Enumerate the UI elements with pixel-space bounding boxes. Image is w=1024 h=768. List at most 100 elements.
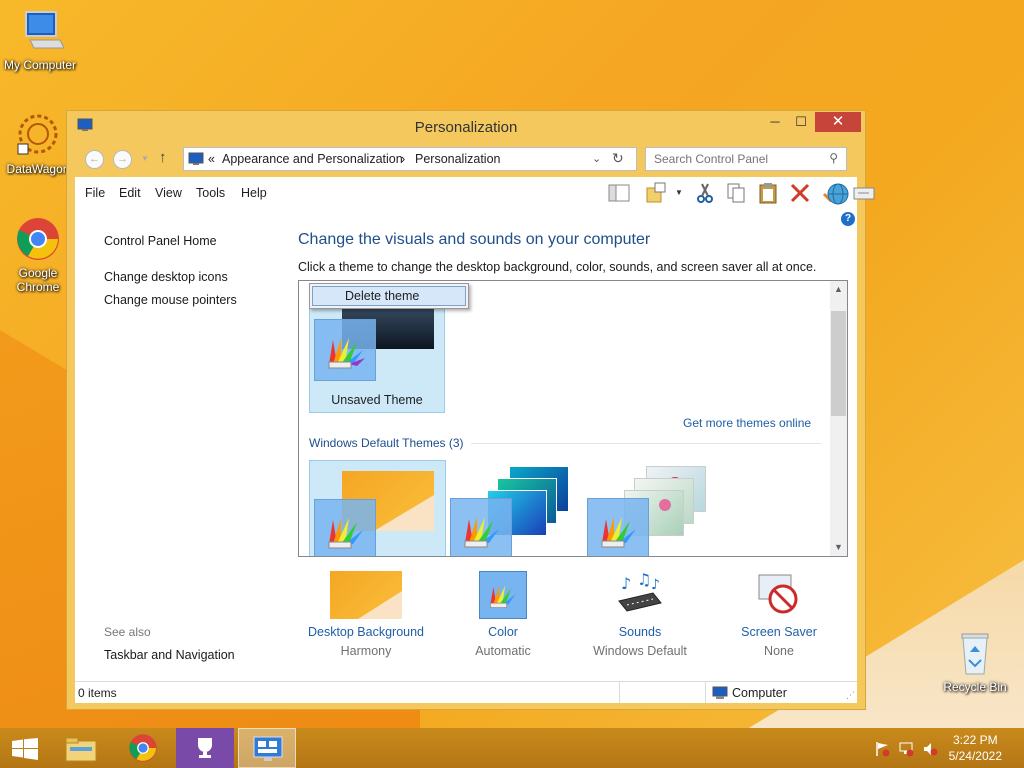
sidebar-link-control-panel-home[interactable]: Control Panel Home <box>104 234 217 248</box>
desktop-background-item[interactable]: Desktop Background Harmony <box>296 571 436 658</box>
color-item[interactable]: Color Automatic <box>433 571 573 658</box>
chevron-down-icon[interactable]: ⌄ <box>592 152 601 165</box>
see-also-label: See also <box>104 625 151 639</box>
svg-text:♪: ♪ <box>621 574 631 593</box>
minimize-button[interactable]: ─ <box>762 112 788 132</box>
status-divider <box>705 682 706 703</box>
theme-label: Unsaved Theme <box>331 393 423 407</box>
control-panel-icon <box>252 735 284 763</box>
taskbar-file-explorer[interactable] <box>52 728 110 768</box>
taskbar-chrome[interactable] <box>114 728 172 768</box>
chevron-down-icon[interactable]: ▼ <box>675 188 683 197</box>
color-swatch-icon <box>587 498 649 556</box>
bottom-item-value: Windows Default <box>593 644 687 658</box>
menu-edit[interactable]: Edit <box>119 186 141 200</box>
context-menu-delete-theme[interactable]: Delete theme <box>312 286 466 306</box>
layout-pane-icon[interactable] <box>608 182 630 204</box>
theme-windows[interactable] <box>309 460 446 556</box>
desktop-background-icon <box>330 571 402 619</box>
folder-icon <box>65 735 97 763</box>
color-swatch-icon <box>314 499 376 556</box>
refresh-icon[interactable]: ↻ <box>612 150 624 167</box>
back-button[interactable]: ← <box>85 150 104 169</box>
desktop-icon-label: My Computer <box>3 58 77 72</box>
bottom-item-label: Color <box>488 625 518 639</box>
clock-date: 5/24/2022 <box>948 749 1002 763</box>
rename-icon[interactable] <box>853 182 875 204</box>
globe-icon[interactable] <box>825 182 851 206</box>
content-area: ? Control Panel Home Change desktop icon… <box>75 209 857 681</box>
chrome-icon <box>15 216 61 262</box>
breadcrumb-appearance[interactable]: Appearance and Personalization <box>222 152 403 166</box>
breadcrumb-overflow[interactable]: « <box>208 152 215 166</box>
search-icon[interactable]: ⚲ <box>829 151 838 165</box>
system-clock[interactable]: 3:22 PM 5/24/2022 <box>949 732 1002 764</box>
resize-grip-icon[interactable]: ⋰ <box>846 690 855 701</box>
bottom-item-value: Harmony <box>340 644 392 658</box>
theme-group-label: Windows Default Themes (3) <box>309 436 464 450</box>
folder-options-icon[interactable] <box>646 182 668 204</box>
sidebar-link-change-desktop-icons[interactable]: Change desktop icons <box>104 270 228 284</box>
volume-muted-icon[interactable] <box>922 741 938 757</box>
group-divider <box>471 443 821 444</box>
taskbar-control-panel[interactable] <box>238 728 296 768</box>
search-box[interactable]: ⚲ <box>645 147 847 171</box>
scroll-up-arrow[interactable]: ▲ <box>830 284 847 294</box>
close-button[interactable]: ✕ <box>815 112 861 132</box>
color-icon <box>479 571 527 619</box>
get-more-themes-link[interactable]: Get more themes online <box>683 416 811 430</box>
computer-icon <box>16 10 65 54</box>
network-icon[interactable] <box>898 741 914 757</box>
taskbar-trophy-app[interactable] <box>176 728 234 768</box>
paste-icon[interactable] <box>757 182 779 204</box>
desktop-icon-label: Google Chrome <box>16 266 60 294</box>
copy-icon[interactable] <box>725 182 747 204</box>
color-swatch-icon <box>450 498 512 556</box>
breadcrumb-personalization[interactable]: Personalization <box>415 152 500 166</box>
context-menu: Delete theme <box>309 283 469 309</box>
status-items-count: 0 items <box>78 686 117 700</box>
address-row: ← → ▼ ↑ « Appearance and Personalization… <box>75 145 857 173</box>
action-center-flag-icon[interactable] <box>874 741 890 757</box>
trophy-icon <box>192 736 218 760</box>
menu-tools[interactable]: Tools <box>196 186 225 200</box>
forward-button[interactable]: → <box>113 150 132 169</box>
menu-help[interactable]: Help <box>241 186 267 200</box>
search-input[interactable] <box>654 152 814 166</box>
delete-icon[interactable] <box>789 182 811 204</box>
menu-file[interactable]: File <box>85 186 105 200</box>
breadcrumb-separator[interactable]: › <box>401 152 405 166</box>
recent-locations-button[interactable]: ▼ <box>141 154 149 163</box>
menu-toolbar: File Edit View Tools Help ▼ <box>75 177 875 209</box>
windows-logo-icon <box>12 738 38 760</box>
sidebar-link-change-mouse-pointers[interactable]: Change mouse pointers <box>104 293 237 307</box>
title-bar[interactable]: Personalization ─ ☐ ✕ <box>67 111 865 141</box>
themes-list[interactable]: Unsaved Theme Delete theme Get more them… <box>298 280 848 557</box>
screen-saver-icon <box>755 571 803 619</box>
page-title: Change the visuals and sounds on your co… <box>298 231 651 248</box>
maximize-button[interactable]: ☐ <box>788 112 814 132</box>
svg-text:♫: ♫ <box>637 571 651 589</box>
sidebar-link-taskbar-navigation[interactable]: Taskbar and Navigation <box>104 648 235 662</box>
menu-view[interactable]: View <box>155 186 182 200</box>
themes-scrollbar[interactable]: ▲ ▼ <box>830 281 847 556</box>
scroll-down-arrow[interactable]: ▼ <box>830 542 847 552</box>
window-title: Personalization <box>414 119 518 136</box>
svg-text:♪: ♪ <box>651 577 660 593</box>
page-subtitle: Click a theme to change the desktop back… <box>298 260 817 274</box>
color-swatch-icon <box>314 319 376 381</box>
cut-icon[interactable] <box>694 182 716 204</box>
start-button[interactable] <box>0 728 58 768</box>
address-bar[interactable]: « Appearance and Personalization › Perso… <box>183 147 637 171</box>
sounds-item[interactable]: ♪ ♫ ♪ Sounds Windows Default <box>570 570 710 658</box>
up-button[interactable]: ↑ <box>159 149 167 166</box>
scroll-thumb[interactable] <box>831 311 846 416</box>
screen-saver-item[interactable]: Screen Saver None <box>709 571 849 658</box>
theme-lines-colors[interactable] <box>449 460 586 556</box>
desktop-icon-label: Recycle Bin <box>943 680 1007 694</box>
desktop-icon-my-computer[interactable]: My Computer <box>0 10 80 72</box>
recycle-bin-icon <box>955 630 995 676</box>
help-icon[interactable]: ? <box>841 212 855 226</box>
desktop-icon-recycle-bin[interactable]: Recycle Bin <box>935 630 1015 694</box>
theme-flowers[interactable] <box>586 460 723 556</box>
